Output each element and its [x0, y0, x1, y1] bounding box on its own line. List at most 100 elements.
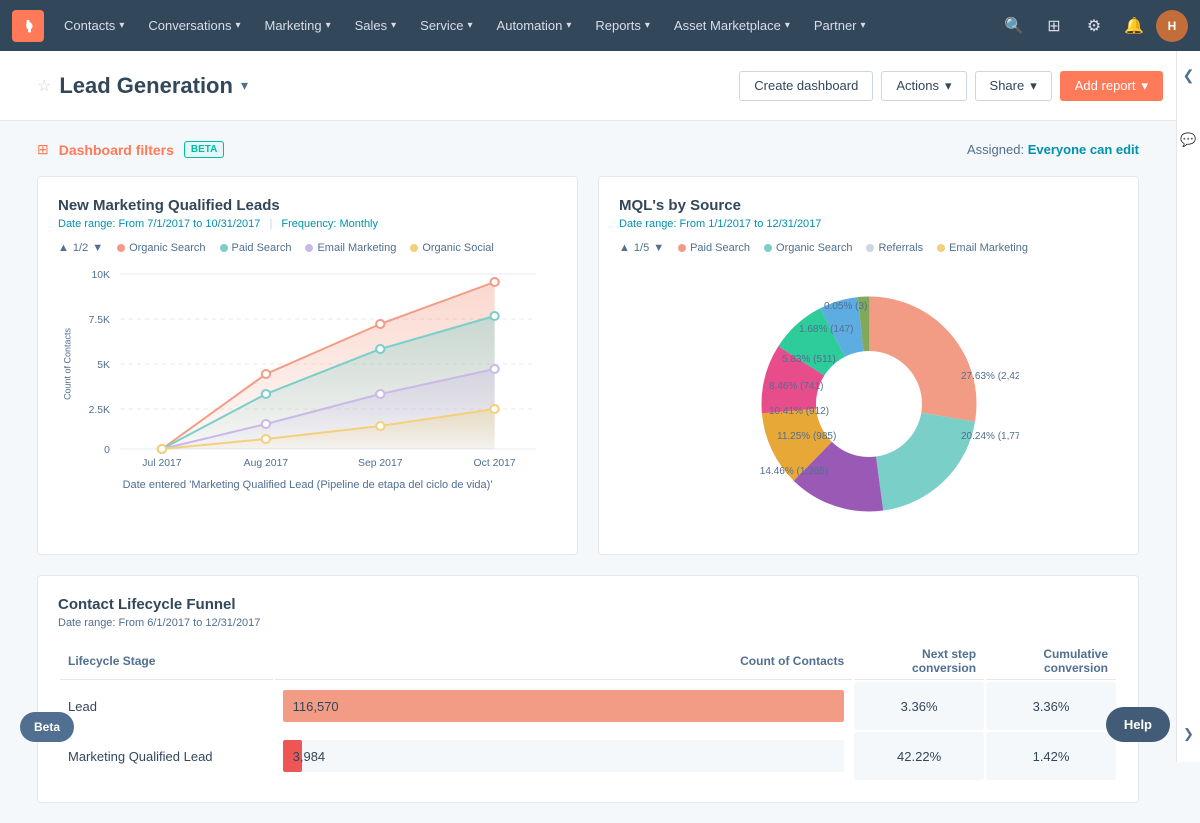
svg-text:Count of Contacts: Count of Contacts	[62, 328, 72, 400]
chart1-subtitle: Date range: From 7/1/2017 to 10/31/2017 …	[58, 218, 557, 230]
create-dashboard-button[interactable]: Create dashboard	[739, 71, 873, 101]
funnel-row: Lead 116,570 3.36% 3.36%	[60, 682, 1116, 730]
nav-item-reports[interactable]: Reports ▾	[583, 0, 662, 51]
chart1-legend: ▲ 1/2 ▼ Organic Search Paid Search	[58, 242, 557, 254]
funnel-cum-pct: 1.42%	[986, 732, 1116, 780]
settings-icon[interactable]: ⚙	[1076, 8, 1112, 44]
nav-item-partner[interactable]: Partner ▾	[802, 0, 878, 51]
funnel-next-pct: 42.22%	[854, 732, 984, 780]
new-mql-card: New Marketing Qualified Leads Date range…	[37, 176, 578, 555]
chart2-title: MQL's by Source	[619, 197, 1118, 214]
actions-button[interactable]: Actions ▾	[881, 71, 966, 101]
svg-text:Oct 2017: Oct 2017	[474, 458, 516, 469]
hubspot-logo[interactable]	[12, 10, 44, 42]
legend-dot-2	[305, 244, 313, 252]
funnel-next-pct: 3.36%	[854, 682, 984, 730]
collapse-sidebar-button[interactable]: ❮	[1183, 59, 1195, 92]
nav-item-asset-marketplace[interactable]: Asset Marketplace ▾	[662, 0, 802, 51]
legend-dot-0	[117, 244, 125, 252]
favorite-star-icon[interactable]: ☆	[37, 76, 51, 96]
main-content: ⊞ Dashboard filters BETA Assigned: Every…	[0, 121, 1200, 823]
nav-item-sales[interactable]: Sales ▾	[343, 0, 409, 51]
nav-item-contacts[interactable]: Contacts ▾	[52, 0, 136, 51]
donut-chart: 27.63% (2,420) 20.24% (1,773) 14.46% (1,…	[619, 264, 1118, 534]
filters-label[interactable]: Dashboard filters	[59, 142, 174, 158]
legend-dot-3	[410, 244, 418, 252]
svg-text:5K: 5K	[97, 360, 110, 371]
funnel-card: Contact Lifecycle Funnel Date range: Fro…	[37, 575, 1139, 803]
col-cumulative: Cumulative conversion	[986, 643, 1116, 680]
funnel-cum-pct: 3.36%	[986, 682, 1116, 730]
share-button[interactable]: Share ▾	[975, 71, 1052, 101]
title-dropdown-icon[interactable]: ▾	[241, 77, 248, 94]
filter-grid-icon: ⊞	[37, 141, 49, 158]
notifications-icon[interactable]: 🔔	[1116, 8, 1152, 44]
funnel-subtitle: Date range: From 6/1/2017 to 12/31/2017	[58, 617, 1118, 629]
add-report-button[interactable]: Add report ▾	[1060, 71, 1163, 101]
line-chart: 10K 7.5K 5K 2.5K 0 Count of Contacts Jul…	[58, 264, 557, 484]
svg-text:1.68% (147): 1.68% (147)	[799, 324, 853, 335]
funnel-count: 3,984	[283, 749, 326, 764]
col-next: Next step conversion	[854, 643, 984, 680]
chart1-pagination[interactable]: ▲ 1/2 ▼	[58, 242, 103, 254]
page-title: Lead Generation	[59, 73, 233, 99]
chart1-title: New Marketing Qualified Leads	[58, 197, 557, 214]
legend-item-0: Organic Search	[117, 242, 205, 254]
nav-item-marketing[interactable]: Marketing ▾	[252, 0, 342, 51]
nav-item-automation[interactable]: Automation ▾	[485, 0, 584, 51]
page-header: ☆ Lead Generation ▾ Create dashboard Act…	[0, 51, 1200, 121]
user-avatar[interactable]: H	[1156, 10, 1188, 42]
svg-text:2.5K: 2.5K	[89, 405, 111, 416]
header-actions: Create dashboard Actions ▾ Share ▾ Add r…	[739, 71, 1163, 101]
chart2-legend-1: Organic Search	[764, 242, 852, 254]
col-contacts: Count of Contacts	[275, 643, 853, 680]
beta-bubble[interactable]: Beta	[20, 712, 74, 742]
funnel-stage-label: Lead	[60, 682, 273, 730]
right-panel: ❮ 💬 ❯	[1176, 51, 1200, 762]
svg-text:0: 0	[104, 445, 110, 456]
filters-bar: ⊞ Dashboard filters BETA Assigned: Every…	[37, 141, 1139, 158]
mqls-by-source-card: MQL's by Source Date range: From 1/1/201…	[598, 176, 1139, 555]
svg-text:10.41% (912): 10.41% (912)	[769, 406, 829, 417]
funnel-table: Lifecycle Stage Count of Contacts Next s…	[58, 641, 1118, 782]
svg-text:20.24% (1,773): 20.24% (1,773)	[961, 431, 1019, 442]
funnel-bar-cell: 3,984	[275, 732, 853, 780]
chart2-legend-0: Paid Search	[678, 242, 750, 254]
dashboard-grid: New Marketing Qualified Leads Date range…	[37, 176, 1139, 555]
chat-button[interactable]: 💬	[1180, 132, 1196, 148]
chart2-pagination[interactable]: ▲ 1/5 ▼	[619, 242, 664, 254]
assigned-area: Assigned: Everyone can edit	[967, 142, 1139, 157]
svg-text:14.46% (1,265): 14.46% (1,265)	[759, 466, 827, 477]
filters-left: ⊞ Dashboard filters BETA	[37, 141, 224, 158]
nav-item-conversations[interactable]: Conversations ▾	[136, 0, 252, 51]
svg-text:0.05% (3): 0.05% (3)	[824, 301, 867, 312]
chart2-legend: ▲ 1/5 ▼ Paid Search Organic Search	[619, 242, 1118, 254]
col-stage: Lifecycle Stage	[60, 643, 273, 680]
legend-item-1: Paid Search	[220, 242, 292, 254]
nav-item-service[interactable]: Service ▾	[408, 0, 484, 51]
assigned-value[interactable]: Everyone can edit	[1028, 142, 1139, 157]
svg-text:5.83% (511): 5.83% (511)	[782, 354, 836, 365]
assigned-label: Assigned:	[967, 142, 1024, 157]
search-icon[interactable]: 🔍	[996, 8, 1032, 44]
beta-badge: BETA	[184, 141, 224, 158]
expand-button[interactable]: ❯	[1183, 726, 1194, 742]
funnel-count: 116,570	[283, 699, 339, 714]
funnel-title: Contact Lifecycle Funnel	[58, 596, 1118, 613]
svg-text:8.46% (741): 8.46% (741)	[769, 381, 823, 392]
legend-item-3: Organic Social	[410, 242, 494, 254]
funnel-stage-label: Marketing Qualified Lead	[60, 732, 273, 780]
svg-text:11.25% (985): 11.25% (985)	[777, 431, 836, 442]
help-bubble[interactable]: Help	[1106, 707, 1170, 742]
chart2-subtitle: Date range: From 1/1/2017 to 12/31/2017	[619, 218, 1118, 230]
main-layout: ⊞ Dashboard filters BETA Assigned: Every…	[0, 121, 1200, 823]
svg-text:Jul 2017: Jul 2017	[142, 458, 182, 469]
legend-dot-1	[220, 244, 228, 252]
svg-text:Sep 2017: Sep 2017	[358, 458, 403, 469]
title-area: ☆ Lead Generation ▾	[37, 73, 739, 99]
apps-icon[interactable]: ⊞	[1036, 8, 1072, 44]
funnel-bar-cell: 116,570	[275, 682, 853, 730]
funnel-row: Marketing Qualified Lead 3,984 42.22% 1.…	[60, 732, 1116, 780]
svg-text:7.5K: 7.5K	[89, 315, 111, 326]
nav-right-actions: 🔍 ⊞ ⚙ 🔔 H	[996, 8, 1188, 44]
